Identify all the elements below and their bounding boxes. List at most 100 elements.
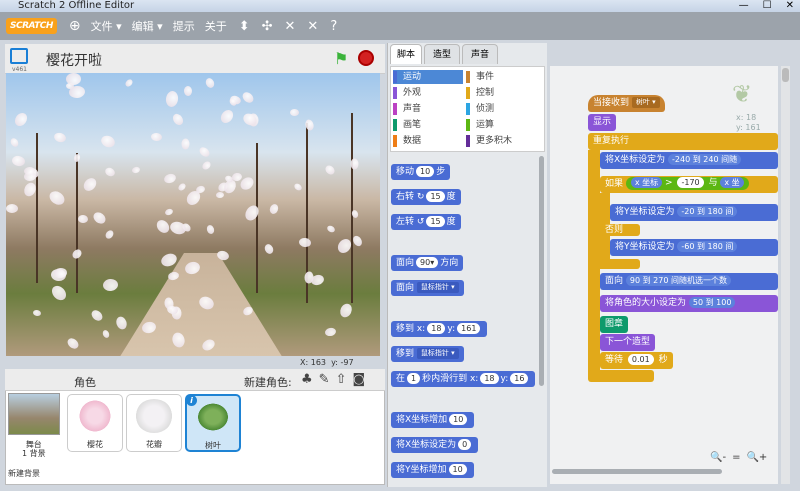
- category-looks[interactable]: 外观: [393, 86, 463, 100]
- library-sprite-icon[interactable]: ♣: [301, 372, 313, 387]
- block-set-y-random[interactable]: 将Y坐标设定为 -60 到 180 间: [610, 239, 778, 256]
- upload-sprite-icon[interactable]: ⇧: [336, 372, 347, 387]
- duplicate-icon[interactable]: ⬍: [239, 19, 250, 34]
- block-set-size[interactable]: 将角色的大小设定为 50 到 100: [600, 295, 778, 312]
- block-goto[interactable]: 移到 鼠标指针 ▾: [391, 346, 464, 362]
- petal: [159, 251, 179, 269]
- menu-file[interactable]: 文件 ▾: [91, 18, 122, 34]
- petal: [181, 138, 190, 150]
- category-pen[interactable]: 画笔: [393, 118, 463, 132]
- mouse-coordinates: X: 163 y: -97: [300, 358, 354, 367]
- category-control[interactable]: 控制: [466, 86, 542, 100]
- sprite-card[interactable]: 花瓣: [126, 394, 182, 452]
- petal: [164, 90, 180, 108]
- category-more-blocks[interactable]: 更多积木: [466, 134, 542, 148]
- petal: [215, 191, 225, 199]
- block-move[interactable]: 移动 10 步: [391, 164, 451, 180]
- stage-thumbnail[interactable]: [8, 393, 60, 435]
- category-motion[interactable]: 运动: [393, 70, 463, 84]
- zoom-reset-icon[interactable]: =: [732, 452, 740, 463]
- block-stamp[interactable]: 图章: [600, 316, 629, 333]
- maximize-button[interactable]: ☐: [763, 0, 772, 12]
- block-set-x-random[interactable]: 将X坐标设定为 -240 到 240 间随: [600, 152, 778, 169]
- sprite-thumbnail: [135, 399, 173, 433]
- palette-scrollbar[interactable]: [539, 156, 544, 386]
- globe-icon[interactable]: ⊕: [69, 18, 81, 34]
- rotate-ccw-icon: ↺: [416, 217, 425, 227]
- category-operators[interactable]: 运算: [466, 118, 542, 132]
- block-if[interactable]: 如果 x 坐标 > -170 与 x 坐: [600, 176, 778, 193]
- petal: [102, 278, 119, 292]
- stop-button[interactable]: [358, 50, 374, 66]
- stage-thumb-label: 舞台 1 背景: [22, 440, 46, 458]
- petal: [218, 107, 236, 126]
- block-set-y-random[interactable]: 将Y坐标设定为 -20 到 180 间: [610, 204, 778, 221]
- paint-sprite-icon[interactable]: ✎: [319, 372, 330, 387]
- block-turn-right[interactable]: 右转 ↻ 15 度: [391, 189, 461, 205]
- block-point-towards[interactable]: 面向 鼠标指针 ▾: [391, 280, 464, 296]
- category-data[interactable]: 数据: [393, 134, 463, 148]
- petal: [11, 154, 26, 168]
- category-sensing[interactable]: 侦测: [466, 102, 542, 116]
- category-sound[interactable]: 声音: [393, 102, 463, 116]
- block-point-random[interactable]: 面向 90 到 270 间随机选一个数: [600, 273, 778, 290]
- petal: [242, 203, 262, 223]
- sprite-card[interactable]: 樱花: [67, 394, 123, 452]
- info-icon[interactable]: i: [186, 395, 197, 406]
- camera-icon[interactable]: ◙: [352, 372, 365, 387]
- block-set-x[interactable]: 将X坐标设定为 0: [391, 437, 479, 453]
- category-events[interactable]: 事件: [466, 70, 542, 84]
- minimize-button[interactable]: —: [739, 0, 749, 12]
- scroll-thumb[interactable]: [782, 68, 789, 82]
- petal: [150, 132, 163, 142]
- petal: [47, 188, 67, 208]
- petal: [204, 76, 216, 90]
- help-icon[interactable]: ?: [330, 19, 337, 34]
- petal: [263, 242, 275, 256]
- tab-scripts[interactable]: 脚本: [390, 44, 422, 64]
- petal: [103, 228, 116, 241]
- delete-icon[interactable]: ✕: [307, 19, 318, 34]
- tab-sounds[interactable]: 声音: [462, 44, 498, 64]
- block-forever[interactable]: 重复执行: [588, 133, 778, 150]
- petal: [91, 210, 108, 226]
- block-wait[interactable]: 等待 0.01 秒: [600, 352, 673, 369]
- zoom-in-icon[interactable]: 🔍+: [746, 452, 767, 463]
- block-change-x[interactable]: 将X坐标增加 10: [391, 412, 475, 428]
- sprite-name: 花瓣: [146, 440, 162, 449]
- menu-about[interactable]: 关于: [205, 18, 227, 34]
- menu-edit[interactable]: 编辑 ▾: [132, 18, 163, 34]
- green-flag-icon[interactable]: ⚑: [334, 49, 348, 68]
- tree-trunk: [36, 133, 38, 283]
- petal: [70, 247, 84, 261]
- shrink-icon[interactable]: ✕: [285, 19, 296, 34]
- block-next-costume[interactable]: 下一个造型: [600, 334, 656, 351]
- petal: [164, 207, 174, 217]
- tab-costumes[interactable]: 造型: [424, 44, 460, 64]
- block-turn-left[interactable]: 左转 ↺ 15 度: [391, 214, 461, 230]
- scratch-logo[interactable]: SCRATCH: [6, 18, 57, 34]
- block-point-direction[interactable]: 面向 90▾ 方向: [391, 255, 464, 271]
- menu-tips[interactable]: 提示: [173, 18, 195, 34]
- petal: [200, 159, 213, 172]
- block-show[interactable]: 显示: [588, 114, 617, 131]
- block-goto-xy[interactable]: 移到 x: 18 y: 161: [391, 321, 488, 337]
- stage-canvas[interactable]: [6, 73, 380, 356]
- scripts-horizontal-scrollbar[interactable]: [552, 469, 722, 474]
- close-button[interactable]: ✕: [786, 0, 794, 12]
- petal: [124, 78, 134, 88]
- sprite-thumbnail: [194, 400, 232, 434]
- block-glide[interactable]: 在 1 秒内滑行到 x: 18 y: 16: [391, 371, 536, 387]
- petal: [49, 283, 69, 303]
- petal: [99, 133, 117, 150]
- petal: [268, 202, 280, 216]
- grow-icon[interactable]: ✣: [262, 19, 273, 34]
- petal: [205, 224, 216, 235]
- fullscreen-icon[interactable]: [10, 48, 28, 64]
- scripts-vertical-scrollbar[interactable]: [781, 66, 790, 484]
- block-change-y[interactable]: 将Y坐标增加 10: [391, 462, 474, 478]
- petal: [131, 166, 141, 174]
- zoom-out-icon[interactable]: 🔍-: [710, 452, 726, 463]
- project-title[interactable]: 樱花开啦: [46, 50, 102, 70]
- block-when-receive[interactable]: 当接收到 树叶 ▾: [588, 95, 665, 112]
